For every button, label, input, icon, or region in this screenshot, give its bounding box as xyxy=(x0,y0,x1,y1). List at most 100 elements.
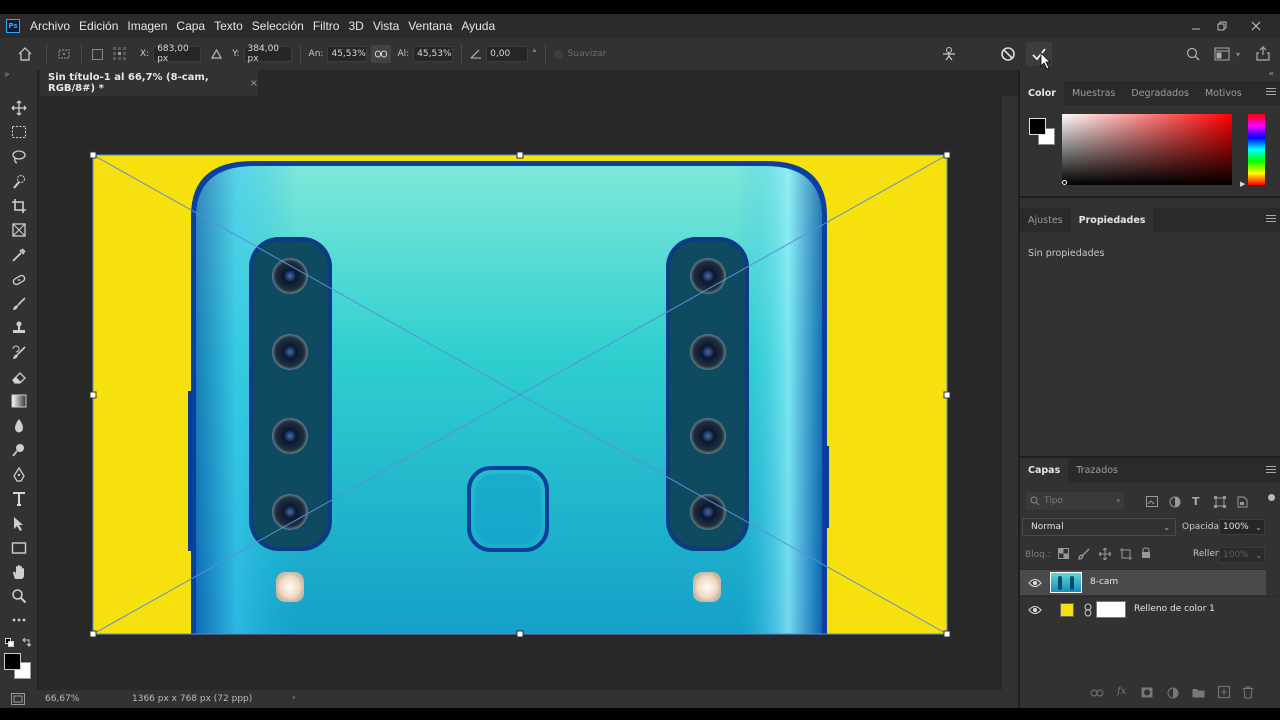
layer-name-relleno[interactable]: Relleno de color 1 xyxy=(1134,604,1215,614)
cancel-transform-icon[interactable] xyxy=(999,46,1017,62)
healing-brush-tool-icon[interactable] xyxy=(9,270,29,290)
opacity-input[interactable]: 100% ⌄ xyxy=(1219,519,1265,535)
transform-tool-icon[interactable] xyxy=(55,45,73,63)
link-aspect-icon[interactable] xyxy=(371,45,392,63)
fill-input[interactable]: 100% ⌄ xyxy=(1219,547,1265,563)
reference-point-grid-icon[interactable] xyxy=(112,47,128,61)
quick-selection-tool-icon[interactable] xyxy=(9,172,29,192)
menu-imagen[interactable]: Imagen xyxy=(127,19,167,33)
layer-name-8-cam[interactable]: 8-cam xyxy=(1090,577,1118,587)
layer-mask-thumbnail[interactable] xyxy=(1096,601,1126,618)
lock-artboard-icon[interactable] xyxy=(1120,548,1132,563)
tab-ajustes[interactable]: Ajustes xyxy=(1020,208,1071,232)
history-brush-tool-icon[interactable] xyxy=(9,343,29,363)
lock-transparent-icon[interactable] xyxy=(1058,548,1069,562)
rectangle-tool-icon[interactable] xyxy=(9,538,29,558)
menu-ayuda[interactable]: Ayuda xyxy=(461,19,495,33)
layer-visibility-eye-icon[interactable] xyxy=(1028,578,1042,591)
close-tab-icon[interactable]: × xyxy=(250,78,258,89)
y-position-input[interactable]: 384,00 px xyxy=(243,44,292,64)
link-layers-icon[interactable] xyxy=(1090,688,1104,701)
menu-archivo[interactable]: Archivo xyxy=(30,19,70,33)
add-mask-icon[interactable] xyxy=(1141,687,1153,701)
menu-texto[interactable]: Texto xyxy=(214,19,243,33)
rectangular-marquee-tool-icon[interactable] xyxy=(9,122,29,142)
gradient-tool-icon[interactable] xyxy=(9,391,29,411)
foreground-color-swatch[interactable] xyxy=(4,653,21,670)
reference-point-checkbox[interactable] xyxy=(92,48,103,60)
panel-collapse-icon[interactable]: » xyxy=(4,70,10,80)
filter-adjustment-icon[interactable] xyxy=(1169,496,1181,511)
handle-bottom-left[interactable] xyxy=(89,630,97,638)
lock-pixels-icon[interactable] xyxy=(1078,548,1090,563)
menu-capa[interactable]: Capa xyxy=(176,19,205,33)
layer-filter-input[interactable]: Tipo ▾ xyxy=(1026,492,1124,510)
swap-colors-icon[interactable] xyxy=(21,637,32,651)
filter-shape-icon[interactable] xyxy=(1214,496,1226,511)
handle-middle-right[interactable] xyxy=(943,391,951,399)
rotation-angle-input[interactable]: 0,00 xyxy=(486,46,529,62)
filter-smart-object-icon[interactable] xyxy=(1236,496,1248,511)
lock-position-icon[interactable] xyxy=(1098,547,1112,563)
type-tool-icon[interactable] xyxy=(9,489,29,509)
layers-panel-menu-icon[interactable] xyxy=(1266,466,1276,476)
handle-bottom-center[interactable] xyxy=(516,630,524,638)
zoom-level[interactable]: 66,67% xyxy=(45,694,79,704)
blur-tool-icon[interactable] xyxy=(9,416,29,436)
handle-top-left[interactable] xyxy=(89,151,97,159)
layer-row-relleno[interactable]: Relleno de color 1 xyxy=(1020,596,1280,622)
handle-bottom-right[interactable] xyxy=(943,630,951,638)
puppet-warp-icon[interactable] xyxy=(940,46,958,62)
more-tools-icon[interactable] xyxy=(9,610,29,630)
new-adjustment-layer-icon[interactable] xyxy=(1167,687,1179,702)
minimize-window-icon[interactable] xyxy=(1182,14,1210,38)
fill-layer-color-thumbnail[interactable] xyxy=(1060,603,1074,617)
height-input[interactable]: 45,53% xyxy=(413,46,454,62)
color-panel-menu-icon[interactable] xyxy=(1266,88,1276,98)
tab-color[interactable]: Color xyxy=(1020,81,1064,105)
restore-window-icon[interactable] xyxy=(1208,14,1236,38)
filter-toggle-icon[interactable] xyxy=(1268,494,1275,501)
move-tool-icon[interactable] xyxy=(9,98,29,118)
smooth-checkbox[interactable] xyxy=(553,49,563,59)
layer-style-fx-icon[interactable]: fx xyxy=(1117,686,1126,697)
width-input[interactable]: 45,53% xyxy=(327,46,368,62)
share-icon[interactable] xyxy=(1256,46,1270,64)
frame-tool-icon[interactable] xyxy=(9,220,29,240)
screen-mode-icon[interactable] xyxy=(11,693,25,708)
layer-mask-link-icon[interactable] xyxy=(1084,603,1092,620)
layer-visibility-eye-icon[interactable] xyxy=(1028,605,1042,618)
crop-tool-icon[interactable] xyxy=(9,196,29,216)
tab-degradados[interactable]: Degradados xyxy=(1123,81,1197,105)
workspace-dropdown-icon[interactable]: ▾ xyxy=(1236,50,1240,59)
color-field[interactable] xyxy=(1062,114,1232,185)
hand-tool-icon[interactable] xyxy=(9,562,29,582)
new-layer-icon[interactable] xyxy=(1218,686,1230,701)
status-menu-chevron-icon[interactable]: › xyxy=(292,693,296,703)
dodge-tool-icon[interactable] xyxy=(9,440,29,460)
filter-pixel-icon[interactable] xyxy=(1146,496,1158,510)
eyedropper-tool-icon[interactable] xyxy=(9,245,29,265)
tab-capas[interactable]: Capas xyxy=(1020,458,1069,482)
close-window-icon[interactable] xyxy=(1242,14,1270,38)
panel-foreground-swatch[interactable] xyxy=(1029,118,1046,135)
handle-top-right[interactable] xyxy=(943,151,951,159)
home-icon[interactable] xyxy=(12,38,38,70)
menu-edicion[interactable]: Edición xyxy=(79,19,118,33)
vertical-scrollbar[interactable] xyxy=(1002,96,1018,690)
menu-seleccion[interactable]: Selección xyxy=(252,19,304,33)
menu-ventana[interactable]: Ventana xyxy=(408,19,452,33)
search-icon[interactable] xyxy=(1186,47,1200,64)
canvas-area[interactable] xyxy=(38,96,1002,690)
tab-trazados[interactable]: Trazados xyxy=(1068,458,1126,482)
path-selection-tool-icon[interactable] xyxy=(9,514,29,534)
tab-motivos[interactable]: Motivos xyxy=(1197,81,1250,105)
x-position-input[interactable]: 683,00 px xyxy=(153,44,202,64)
tab-propiedades[interactable]: Propiedades xyxy=(1070,208,1154,232)
handle-middle-left[interactable] xyxy=(89,391,97,399)
new-group-icon[interactable] xyxy=(1192,687,1205,701)
layer-row-8-cam[interactable]: 8-cam xyxy=(1020,569,1266,595)
lasso-tool-icon[interactable] xyxy=(9,147,29,167)
menu-vista[interactable]: Vista xyxy=(373,19,399,33)
properties-panel-menu-icon[interactable] xyxy=(1266,215,1276,225)
